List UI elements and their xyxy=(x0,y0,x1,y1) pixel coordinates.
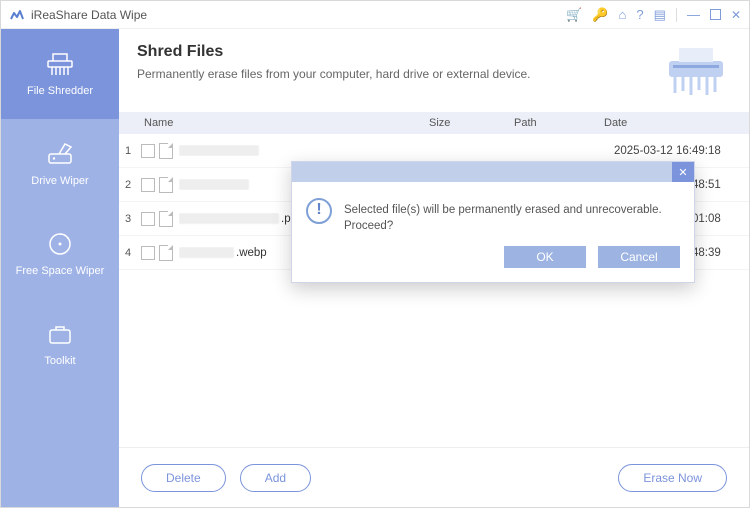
dialog-message: Selected file(s) will be permanently era… xyxy=(344,198,680,234)
sidebar-item-label: Drive Wiper xyxy=(31,175,88,187)
main-header: Shred Files Permanently erase files from… xyxy=(119,29,749,112)
file-icon xyxy=(159,245,173,261)
close-button[interactable] xyxy=(731,7,741,22)
toolkit-icon xyxy=(45,321,75,347)
file-name xyxy=(179,145,439,156)
col-header-date[interactable]: Date xyxy=(604,117,749,129)
dialog-close-button[interactable]: ✕ xyxy=(672,162,694,182)
sidebar-item-file-shredder[interactable]: File Shredder xyxy=(1,29,119,119)
row-checkbox[interactable] xyxy=(141,144,155,158)
file-date: 2025-03-12 16:49:18 xyxy=(614,145,749,157)
separator xyxy=(676,8,677,22)
warning-icon xyxy=(306,198,332,224)
col-header-path[interactable]: Path xyxy=(514,117,604,129)
erase-now-button[interactable]: Erase Now xyxy=(618,464,727,492)
app-title: iReaShare Data Wipe xyxy=(31,8,147,22)
file-icon xyxy=(159,211,173,227)
maximize-button[interactable] xyxy=(710,9,721,20)
row-checkbox[interactable] xyxy=(141,212,155,226)
app-window: iReaShare Data Wipe 🛒 🔑 ⌂ ? ▤ File Shred… xyxy=(0,0,750,508)
page-subtitle: Permanently erase files from your comput… xyxy=(137,67,531,81)
cart-icon[interactable]: 🛒 xyxy=(566,7,582,23)
page-title: Shred Files xyxy=(137,43,531,61)
add-button[interactable]: Add xyxy=(240,464,311,492)
dialog-titlebar: ✕ xyxy=(292,162,694,182)
key-icon[interactable]: 🔑 xyxy=(592,7,608,23)
col-header-size[interactable]: Size xyxy=(429,117,514,129)
shredder-illustration xyxy=(661,43,731,102)
sidebar: File Shredder Drive Wiper Free Space Wip… xyxy=(1,29,119,507)
shredder-icon xyxy=(45,51,75,77)
row-index: 4 xyxy=(125,247,139,259)
table-header: Name Size Path Date xyxy=(119,112,749,134)
file-icon xyxy=(159,177,173,193)
dialog-ok-button[interactable]: OK xyxy=(504,246,586,268)
sidebar-item-label: Toolkit xyxy=(44,355,75,367)
sidebar-item-toolkit[interactable]: Toolkit xyxy=(1,299,119,389)
delete-button[interactable]: Delete xyxy=(141,464,226,492)
main-panel: Shred Files Permanently erase files from… xyxy=(119,29,749,507)
home-icon[interactable]: ⌂ xyxy=(619,7,627,22)
row-index: 2 xyxy=(125,179,139,191)
titlebar: iReaShare Data Wipe 🛒 🔑 ⌂ ? ▤ xyxy=(1,1,749,29)
row-index: 1 xyxy=(125,145,139,157)
dialog-cancel-button[interactable]: Cancel xyxy=(598,246,680,268)
row-index: 3 xyxy=(125,213,139,225)
sidebar-item-label: File Shredder xyxy=(27,85,93,97)
titlebar-icons: 🛒 🔑 ⌂ ? ▤ xyxy=(566,7,741,23)
row-checkbox[interactable] xyxy=(141,178,155,192)
sidebar-item-free-space-wiper[interactable]: Free Space Wiper xyxy=(1,209,119,299)
sidebar-item-label: Free Space Wiper xyxy=(16,265,105,277)
feedback-icon[interactable]: ▤ xyxy=(654,7,666,23)
sidebar-item-drive-wiper[interactable]: Drive Wiper xyxy=(1,119,119,209)
row-checkbox[interactable] xyxy=(141,246,155,260)
free-space-wiper-icon xyxy=(45,231,75,257)
file-icon xyxy=(159,143,173,159)
col-header-name[interactable]: Name xyxy=(144,117,429,129)
help-icon[interactable]: ? xyxy=(636,7,643,22)
minimize-button[interactable] xyxy=(687,7,700,22)
confirm-dialog: ✕ Selected file(s) will be permanently e… xyxy=(291,161,695,283)
footer: Delete Add Erase Now xyxy=(119,447,749,507)
app-logo-icon xyxy=(9,7,25,23)
drive-wiper-icon xyxy=(45,141,75,167)
